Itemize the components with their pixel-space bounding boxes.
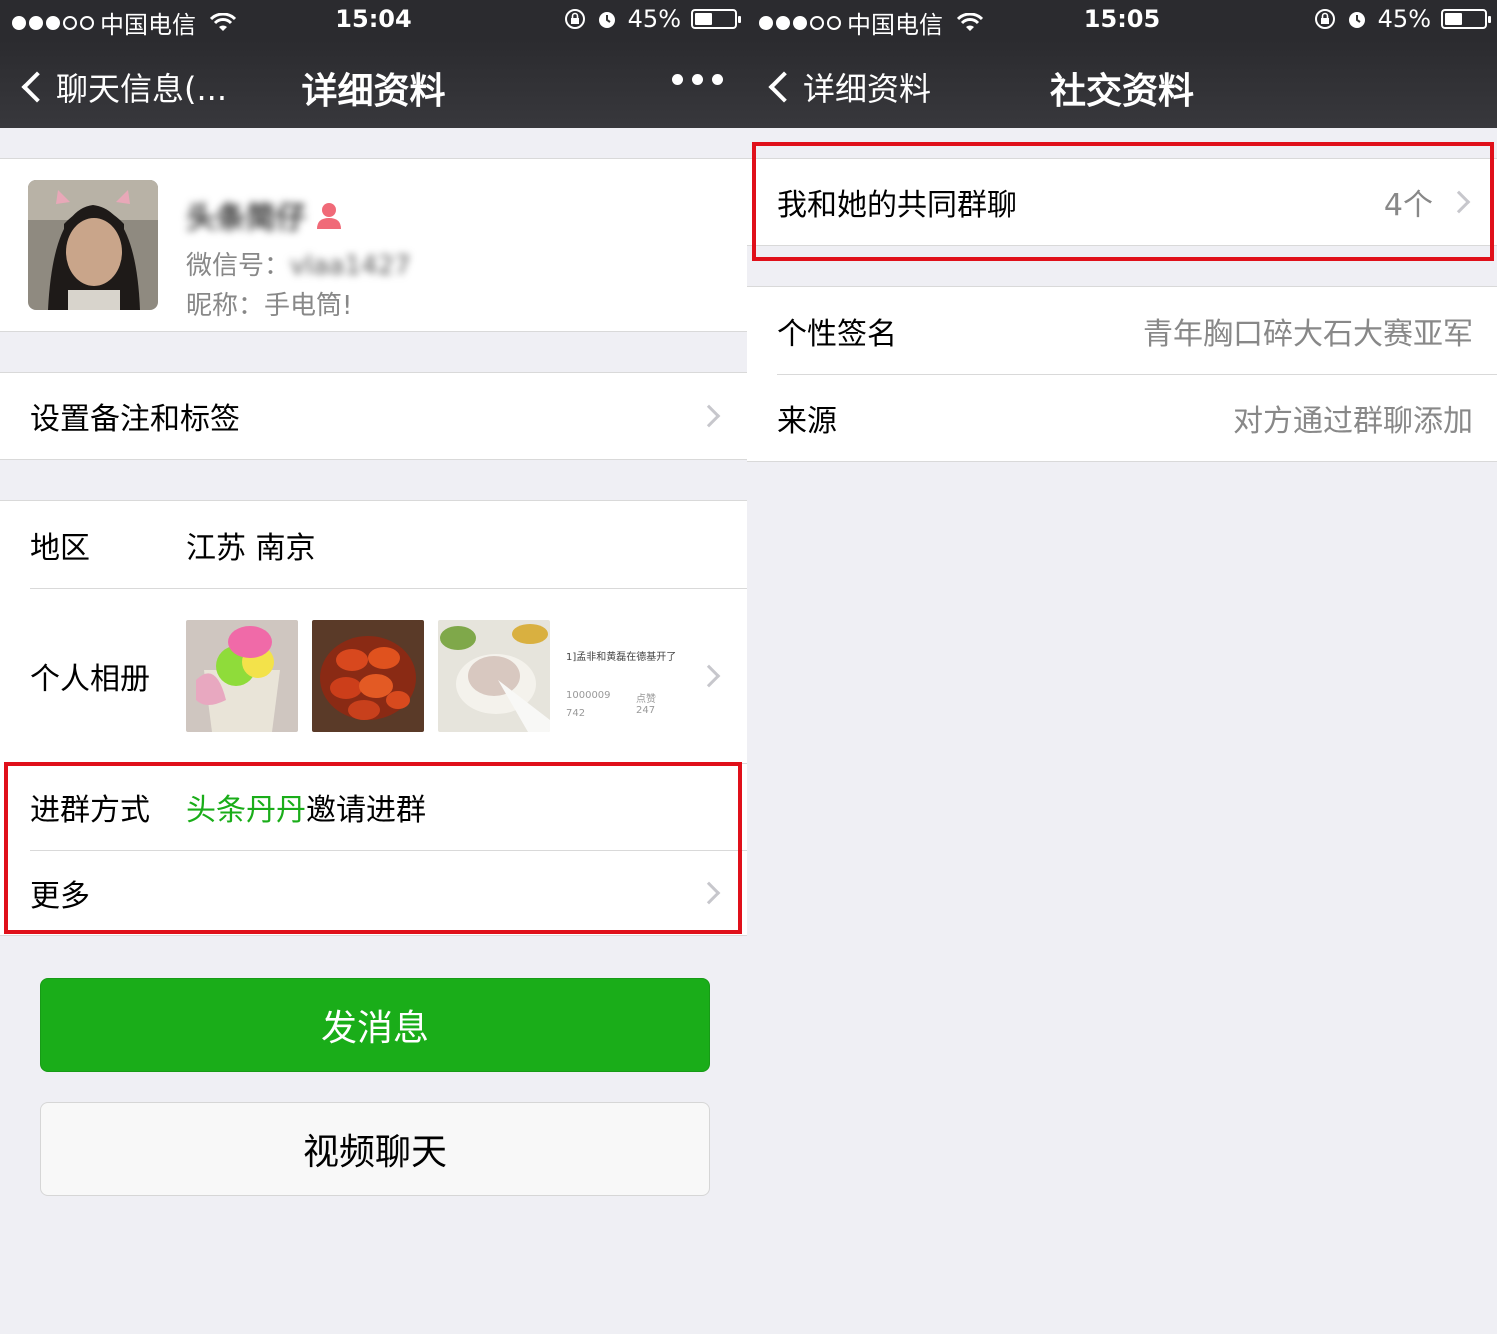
back-label: 聊天信息(... [56,70,228,108]
female-icon [317,203,341,229]
header: 中国电信 15:05 45% 详细资料 社交资料 [747,0,1497,128]
join-method-label: 进群方式 [30,792,150,828]
social-profile-screen: 中国电信 15:05 45% 详细资料 社交资料 我和她的共同群聊 4个 个性签… [747,0,1497,1334]
profile-card: 头条简仔 微信号：vlaa1427 昵称：手电筒! [0,158,747,332]
source-value: 对方通过群聊添加 [1233,403,1473,439]
battery-percent: 45% [1377,5,1431,33]
battery-icon [691,9,741,29]
region-row: 地区 江苏 南京 [0,501,747,588]
back-arrow-icon [21,71,53,103]
album-row[interactable]: 个人相册 1]孟非和黄磊在德基开了 1000009 点赞 247 742 [0,588,747,763]
profile-detail-screen: 中国电信 15:04 45% 聊天信息(... 详细资料 头条简仔 微信号：vl… [0,0,747,1334]
nickname-label: 昵称： [186,291,265,321]
back-label: 详细资料 [803,70,932,108]
video-chat-button[interactable]: 视频聊天 [40,1102,710,1196]
album-article-meta-bottom: 742 [566,707,586,719]
rotation-lock-icon [1314,9,1335,29]
album-photo-crayfish [312,619,424,732]
back-button[interactable]: 聊天信息(... [20,64,227,110]
nav-bar: 聊天信息(... 详细资料 [0,40,747,128]
nav-bar: 详细资料 社交资料 [747,40,1497,128]
signature-label: 个性签名 [777,316,897,352]
remark-tags-group: 设置备注和标签 [0,372,747,460]
album-photo-dessert [186,619,298,732]
profile-name: 头条简仔 [186,201,306,236]
common-groups-group: 我和她的共同群聊 4个 [747,158,1497,246]
source-row: 来源 对方通过群聊添加 [747,374,1497,461]
signature-value: 青年胸口碎大石大赛亚军 [1143,316,1473,352]
album-article-headline: 1]孟非和黄磊在德基开了 [566,651,676,663]
alarm-icon [1348,12,1365,28]
region-label: 地区 [30,530,90,566]
battery-icon [1441,9,1491,29]
common-groups-count: 4个 [1383,188,1433,223]
common-groups-label: 我和她的共同群聊 [777,188,1017,223]
info-group: 地区 江苏 南京 个人相册 1]孟非和黄磊在德基开了 1000009 点赞 24… [0,500,747,936]
more-row[interactable]: 更多 [0,850,747,936]
remark-tags-label: 设置备注和标签 [30,402,240,437]
back-button[interactable]: 详细资料 [767,64,931,110]
wechat-id-label: 微信号： [186,251,291,281]
chevron-right-icon [697,881,721,905]
send-message-button[interactable]: 发消息 [40,978,710,1072]
status-bar: 中国电信 15:05 45% [747,0,1497,40]
back-arrow-icon [768,71,800,103]
join-method-suffix: 邀请进群 [306,792,426,828]
join-method-row: 进群方式 头条丹丹 邀请进群 [0,763,747,850]
remark-tags-row[interactable]: 设置备注和标签 [0,373,747,459]
album-article-meta-left: 1000009 [566,689,611,701]
source-label: 来源 [777,403,837,439]
inviter-link[interactable]: 头条丹丹 [186,785,306,829]
album-photo-dumpling [438,619,550,732]
chevron-right-icon [1447,190,1471,214]
chevron-right-icon [697,664,721,687]
wechat-id: vlaa1427 [290,251,411,281]
rotation-lock-icon [564,9,585,29]
album-label: 个人相册 [30,661,150,697]
album-photo-article: 1]孟非和黄磊在德基开了 1000009 点赞 247 742 [564,619,676,732]
battery-percent: 45% [627,5,681,33]
signature-row: 个性签名 青年胸口碎大石大赛亚军 [747,287,1497,374]
social-info-group: 个性签名 青年胸口碎大石大赛亚军 来源 对方通过群聊添加 [747,286,1497,462]
header: 中国电信 15:04 45% 聊天信息(... 详细资料 [0,0,747,128]
region-value: 江苏 南京 [186,530,316,566]
album-article-meta-right: 点赞 247 [636,693,656,716]
common-groups-row[interactable]: 我和她的共同群聊 4个 [747,159,1497,245]
alarm-icon [598,12,615,28]
chevron-right-icon [697,404,721,428]
avatar[interactable] [28,180,158,310]
more-dots-icon[interactable] [672,74,723,85]
more-label: 更多 [30,879,90,914]
nickname: 手电筒! [264,291,353,321]
status-bar: 中国电信 15:04 45% [0,0,747,40]
